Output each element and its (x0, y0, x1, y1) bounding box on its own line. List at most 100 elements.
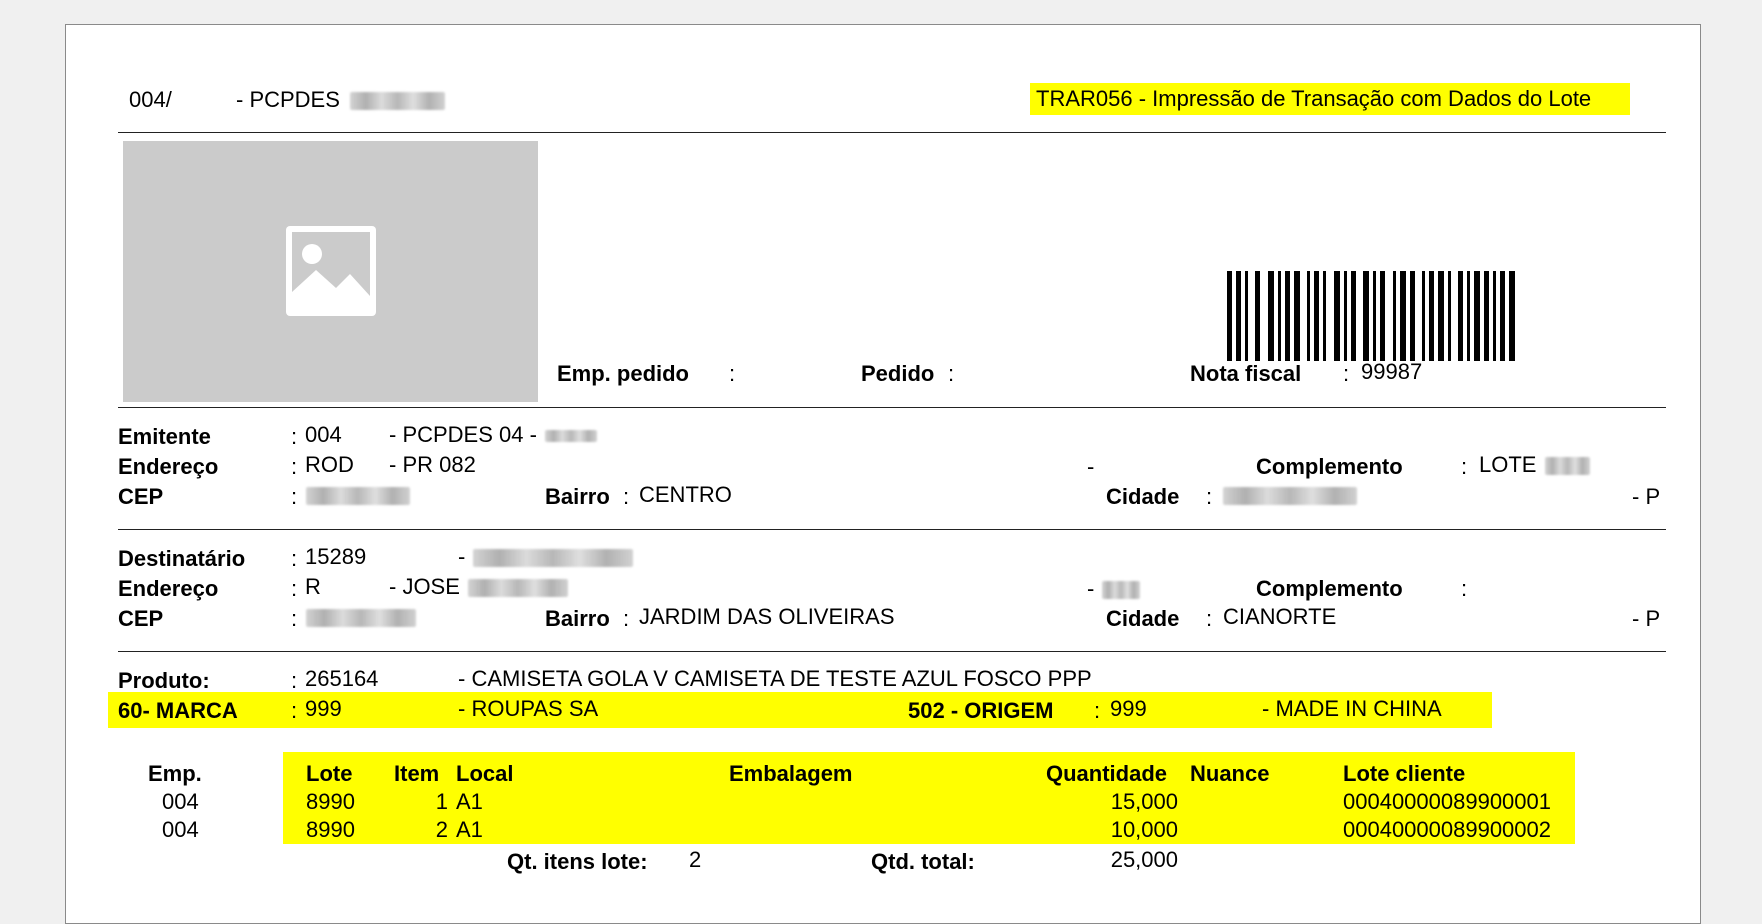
origem-desc: - MADE IN CHINA (1262, 696, 1442, 721)
divider (118, 651, 1666, 652)
origem-colon: : (1094, 698, 1101, 723)
divider (118, 529, 1666, 530)
redacted-text (306, 487, 410, 505)
emp-pedido-colon: : (729, 361, 736, 386)
bairro-value: CENTRO (639, 482, 732, 507)
cidade-colon: : (1206, 606, 1213, 631)
endereco-number: - (1087, 576, 1141, 602)
produto-colon: : (291, 668, 298, 693)
emitente-label: Emitente (118, 424, 211, 449)
emitente-colon: : (291, 424, 298, 449)
col-header-local: Local (456, 761, 514, 786)
cidade-colon: : (1206, 484, 1213, 509)
cidade-label: Cidade (1106, 484, 1180, 509)
complemento-label: Complemento (1256, 576, 1403, 601)
endereco-sep: - (1087, 576, 1095, 601)
destinatario-colon: : (291, 546, 298, 571)
barcode (1227, 271, 1515, 361)
header-company: - PCPDES (236, 87, 446, 113)
produto-label: Produto: (118, 668, 210, 693)
endereco-colon: : (291, 576, 298, 601)
destinatario-sep: - (458, 544, 466, 569)
complemento-text: LOTE (1479, 452, 1537, 477)
complemento-label: Complemento (1256, 454, 1403, 479)
marca-colon: : (291, 698, 298, 723)
product-photo (123, 141, 538, 402)
bairro-value: JARDIM DAS OLIVEIRAS (639, 604, 895, 629)
qt-itens-label: Qt. itens lote: (507, 849, 648, 874)
nota-fiscal-value: 99987 (1361, 359, 1423, 384)
qtd-total-value: 25,000 (1110, 847, 1178, 872)
cep-label: CEP (118, 484, 164, 509)
bairro-label: Bairro (545, 606, 610, 631)
qt-itens-value: 2 (689, 847, 702, 872)
cell-local: A1 (456, 817, 483, 842)
emitente-code: 004 (305, 422, 342, 447)
cell-emp: 004 (162, 817, 199, 842)
bairro-label: Bairro (545, 484, 610, 509)
emp-pedido-label: Emp. pedido (557, 361, 689, 386)
endereco-type: R (305, 574, 321, 599)
report-page: 004/ - PCPDES TRAR056 - Impressão de Tra… (65, 24, 1701, 924)
col-header-lote: Lote (306, 761, 353, 786)
cidade-value: CIANORTE (1223, 604, 1337, 629)
marca-desc: - ROUPAS SA (458, 696, 599, 721)
cidade-label: Cidade (1106, 606, 1180, 631)
origem-label: 502 - ORIGEM (908, 698, 1054, 723)
cell-local: A1 (456, 789, 483, 814)
produto-code: 265164 (305, 666, 379, 691)
header-code: 004/ (129, 87, 172, 112)
endereco-colon: : (291, 454, 298, 479)
redacted-text (1544, 457, 1590, 476)
origem-code: 999 (1110, 696, 1147, 721)
col-header-embalagem: Embalagem (729, 761, 853, 786)
redacted-text (350, 92, 446, 111)
marca-label: 60- MARCA (118, 698, 238, 723)
complemento-value: LOTE (1479, 452, 1590, 478)
redacted-text (468, 579, 569, 598)
col-header-emp: Emp. (148, 761, 202, 786)
cell-quantidade: 15,000 (1110, 789, 1178, 814)
issuer-uf: - P (1632, 484, 1661, 509)
endereco-street: - PR 082 (389, 452, 476, 477)
col-header-quantidade: Quantidade (1046, 761, 1168, 786)
destinatario-label: Destinatário (118, 546, 246, 571)
pedido-label: Pedido (861, 361, 935, 386)
redacted-text (306, 609, 416, 627)
redacted-text (545, 430, 598, 443)
complemento-colon: : (1461, 454, 1468, 479)
divider (118, 407, 1666, 408)
pedido-colon: : (948, 361, 955, 386)
endereco-sep: - (1087, 454, 1095, 479)
nota-fiscal-colon: : (1343, 361, 1350, 386)
endereco-label: Endereço (118, 454, 219, 479)
col-header-lote-cliente: Lote cliente (1343, 761, 1466, 786)
divider (118, 132, 1666, 133)
marca-code: 999 (305, 696, 342, 721)
cell-item: 1 (435, 789, 448, 814)
endereco-street-text: - JOSE (389, 574, 460, 599)
cep-colon: : (291, 606, 298, 631)
nota-fiscal-label: Nota fiscal (1190, 361, 1302, 386)
cell-item: 2 (435, 817, 448, 842)
cell-lote: 8990 (306, 789, 355, 814)
cell-lote-cliente: 00040000089900001 (1343, 789, 1552, 814)
complemento-colon: : (1461, 576, 1468, 601)
bairro-colon: : (623, 606, 630, 631)
cell-lote: 8990 (306, 817, 355, 842)
qtd-total-label: Qtd. total: (871, 849, 975, 874)
redacted-text (1102, 581, 1141, 600)
emitente-name-text: - PCPDES 04 - (389, 422, 537, 447)
bairro-colon: : (623, 484, 630, 509)
header-company-name: - PCPDES (236, 87, 340, 112)
endereco-label: Endereço (118, 576, 219, 601)
emitente-name: - PCPDES 04 - (389, 422, 598, 448)
redacted-text (473, 549, 634, 568)
report-title: TRAR056 - Impressão de Transação com Dad… (1036, 86, 1592, 111)
destinatario-code: 15289 (305, 544, 367, 569)
recipient-uf: - P (1632, 606, 1661, 631)
col-header-nuance: Nuance (1190, 761, 1270, 786)
col-header-item: Item (394, 761, 440, 786)
cep-colon: : (291, 484, 298, 509)
cell-lote-cliente: 00040000089900002 (1343, 817, 1552, 842)
